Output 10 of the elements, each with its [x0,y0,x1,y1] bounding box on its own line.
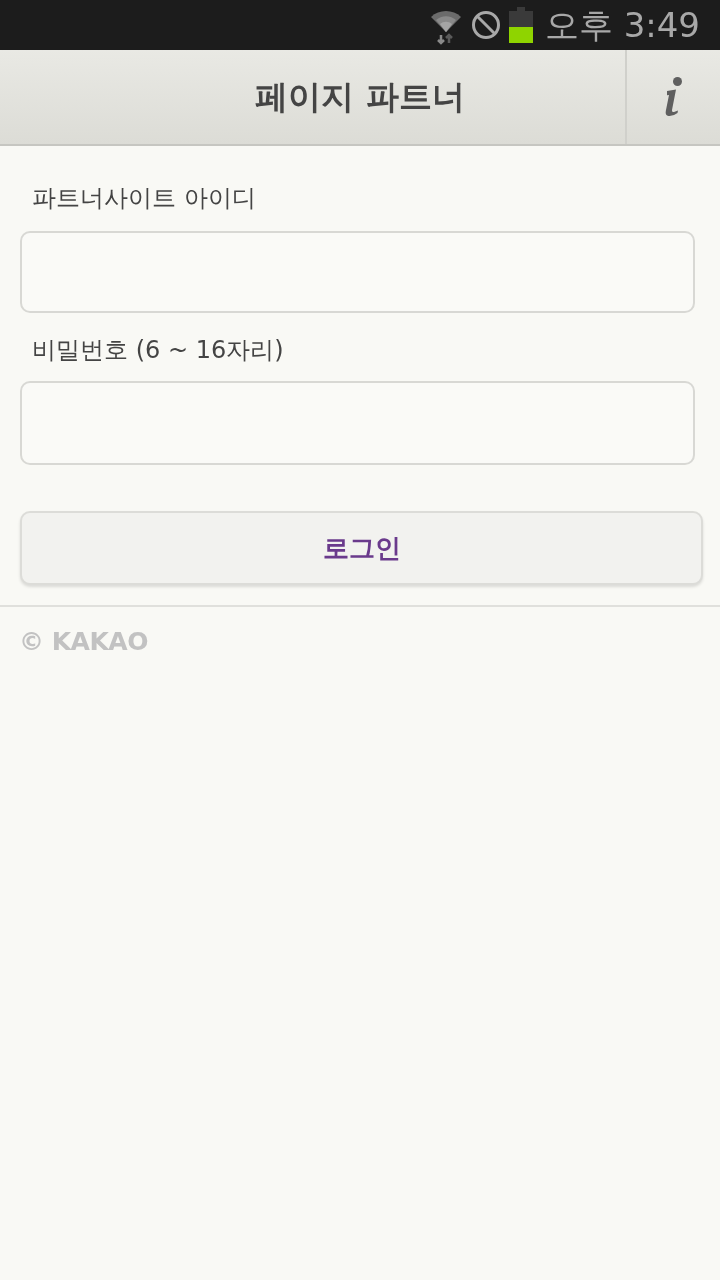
info-icon [663,77,684,117]
input-field[interactable] [20,231,695,313]
field-label: 비밀번호 (6 ~ 16자리) [32,335,284,366]
status-time: 오후 3:49 [544,8,700,42]
blocked-icon [470,10,501,40]
field-label: 파트너사이트 아이디 [32,183,256,214]
login-button[interactable]: 로그인 [20,511,703,585]
header-title: 페이지 파트너 [255,76,465,119]
battery-icon [508,7,533,43]
input-field[interactable] [20,381,695,465]
